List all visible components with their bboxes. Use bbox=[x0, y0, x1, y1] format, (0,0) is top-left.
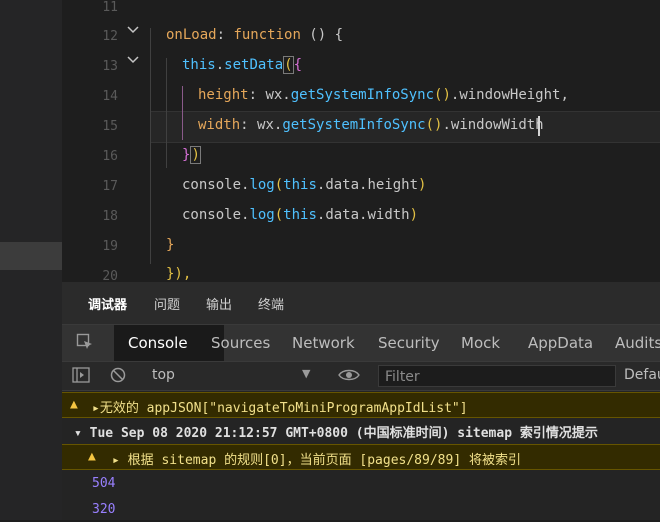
text-cursor bbox=[538, 116, 540, 136]
debug-tab-bar: 调试器 问题 输出 终端 bbox=[62, 282, 660, 326]
clear-console-icon[interactable] bbox=[110, 367, 126, 387]
code-line-12: onLoad: function () { bbox=[166, 27, 343, 43]
line-number: 13 bbox=[102, 59, 118, 74]
code-token: : bbox=[240, 117, 258, 133]
code-token: .data.width bbox=[316, 207, 410, 223]
sidebar-toggle-icon[interactable] bbox=[72, 367, 90, 387]
chevron-down-icon[interactable] bbox=[126, 54, 140, 68]
code-token: . bbox=[215, 57, 225, 73]
warning-icon: ▲ bbox=[88, 449, 96, 464]
warning-icon: ▲ bbox=[70, 397, 78, 412]
code-line-17: console.log(this.data.height) bbox=[182, 177, 426, 193]
code-line-20: }), bbox=[166, 266, 192, 282]
warning-text: ▸无效的 appJSON["navigateToMiniProgramAppId… bbox=[92, 401, 468, 416]
code-token: getSystemInfoSync bbox=[290, 87, 435, 103]
code-token: height bbox=[198, 87, 249, 103]
code-token: { bbox=[293, 57, 303, 73]
code-token: .data.height bbox=[316, 177, 419, 193]
code-token: log bbox=[249, 177, 275, 193]
tab-audits[interactable]: Audits bbox=[615, 334, 660, 352]
group-text: ▾ Tue Sep 08 2020 21:12:57 GMT+0800 (中国标… bbox=[74, 426, 598, 441]
line-number: 14 bbox=[102, 89, 118, 104]
tab-security[interactable]: Security bbox=[378, 334, 440, 352]
tab-output[interactable]: 输出 bbox=[206, 294, 232, 313]
left-sidebar-strip bbox=[0, 0, 62, 520]
code-token: : bbox=[216, 27, 234, 43]
code-token: () { bbox=[300, 27, 344, 43]
warning-text: ▸ 根据 sitemap 的规则[0]，当前页面 [pages/89/89] 将… bbox=[112, 453, 521, 468]
line-number: 12 bbox=[102, 29, 118, 44]
code-token: width bbox=[198, 117, 241, 133]
inspect-element-icon[interactable] bbox=[76, 333, 94, 355]
line-number: 19 bbox=[102, 239, 118, 254]
context-selector[interactable]: top bbox=[152, 367, 175, 383]
code-token: () bbox=[425, 117, 443, 133]
code-line-15: width: wx.getSystemInfoSync().windowWidt… bbox=[198, 117, 544, 133]
line-number: 17 bbox=[102, 179, 118, 194]
tab-sources[interactable]: Sources bbox=[211, 334, 270, 352]
filter-input[interactable]: Filter bbox=[378, 365, 616, 387]
code-token: setData bbox=[224, 57, 284, 73]
code-line-18: console.log(this.data.width) bbox=[182, 207, 418, 223]
line-number: 16 bbox=[102, 149, 118, 164]
tab-problems[interactable]: 问题 bbox=[154, 294, 180, 313]
tab-terminal[interactable]: 终端 bbox=[258, 294, 284, 313]
console-warning[interactable]: ▲ ▸ 根据 sitemap 的规则[0]，当前页面 [pages/89/89]… bbox=[62, 444, 660, 470]
code-token: ( bbox=[274, 207, 284, 223]
code-token: .windowWidth bbox=[442, 117, 544, 133]
code-token: () bbox=[434, 87, 451, 103]
tab-debugger[interactable]: 调试器 bbox=[88, 294, 128, 326]
console-group-header[interactable]: ▾ Tue Sep 08 2020 21:12:57 GMT+0800 (中国标… bbox=[62, 418, 660, 442]
code-line-16: }) bbox=[182, 146, 201, 164]
tab-network[interactable]: Network bbox=[292, 334, 355, 352]
code-line-14: height: wx.getSystemInfoSync().windowHei… bbox=[198, 87, 569, 103]
console-log: 320 bbox=[62, 498, 660, 522]
code-token: ) bbox=[190, 146, 201, 164]
code-token: wx. bbox=[265, 87, 291, 103]
chevron-down-icon[interactable] bbox=[126, 24, 140, 38]
code-token: log bbox=[249, 207, 275, 223]
code-token: ) bbox=[418, 177, 427, 193]
tab-appdata[interactable]: AppData bbox=[528, 334, 593, 352]
code-token: console. bbox=[182, 207, 250, 223]
line-number: 15 bbox=[102, 119, 118, 134]
code-line-13: this.setData({ bbox=[182, 56, 303, 74]
code-token: .windowHeight, bbox=[450, 87, 569, 103]
code-token: this bbox=[283, 177, 317, 193]
indent-guide bbox=[150, 28, 151, 264]
tab-mock[interactable]: Mock bbox=[461, 334, 500, 352]
log-value: 320 bbox=[92, 502, 116, 517]
code-line-19: } bbox=[166, 237, 175, 253]
code-token: onLoad bbox=[166, 27, 217, 43]
code-token: function bbox=[233, 27, 301, 43]
line-number: 18 bbox=[102, 209, 118, 224]
console-toolbar: top ▼ Filter Defau bbox=[62, 361, 660, 391]
code-token: ( bbox=[283, 56, 294, 74]
console-log: 504 bbox=[62, 472, 660, 496]
code-token: this bbox=[283, 207, 317, 223]
code-token: : bbox=[248, 87, 266, 103]
code-token: getSystemInfoSync bbox=[282, 117, 426, 133]
code-token: ) bbox=[409, 207, 419, 223]
tab-console[interactable]: Console bbox=[128, 334, 188, 352]
eye-icon[interactable] bbox=[338, 368, 360, 386]
code-token: wx. bbox=[257, 117, 283, 133]
log-levels-dropdown[interactable]: Defau bbox=[624, 367, 660, 383]
code-token: this bbox=[182, 57, 216, 73]
console-warning[interactable]: ▲ ▸无效的 appJSON["navigateToMiniProgramApp… bbox=[62, 392, 660, 418]
code-token: console. bbox=[182, 177, 250, 193]
log-value: 504 bbox=[92, 476, 116, 491]
sidebar-selected-row[interactable] bbox=[0, 242, 62, 270]
indent-guide bbox=[166, 58, 167, 168]
code-token: ( bbox=[274, 177, 284, 193]
indent-guide bbox=[182, 86, 183, 140]
dropdown-arrow-icon[interactable]: ▼ bbox=[302, 367, 310, 380]
code-editor[interactable]: 11 12 13 14 15 16 17 18 19 20 onLoad: fu… bbox=[62, 0, 660, 282]
devtools-panel: 调试器 问题 输出 终端 Console Sources Network Sec… bbox=[62, 282, 660, 520]
devtools-panel-tabs: Console Sources Network Security Mock Ap… bbox=[62, 324, 660, 361]
line-number: 11 bbox=[102, 0, 118, 15]
line-number: 20 bbox=[102, 269, 118, 282]
